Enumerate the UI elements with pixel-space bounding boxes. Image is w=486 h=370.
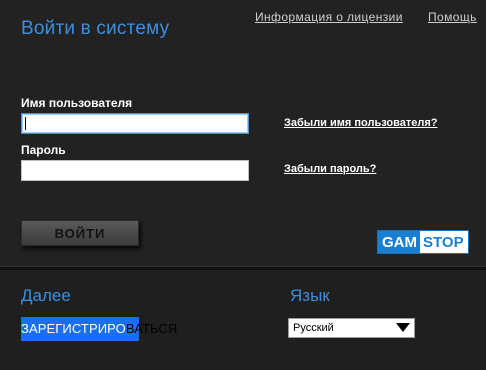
register-button-label[interactable]: ЗАРЕГИСТРИРОВАТЬСЯ <box>21 321 177 336</box>
language-select[interactable]: Русский <box>288 318 415 338</box>
help-link[interactable]: Помощь <box>428 10 477 24</box>
license-info-link[interactable]: Информация о лицензии <box>255 10 403 24</box>
password-label: Пароль <box>21 143 66 157</box>
username-label: Имя пользователя <box>21 96 133 110</box>
register-label-rest: ВАТЬСЯ <box>125 321 178 336</box>
language-section-title: Язык <box>290 286 330 305</box>
register-label-highlighted: ЗАРЕГИСТРИРО <box>21 321 126 336</box>
page-title: Войти в систему <box>21 18 170 39</box>
gamstop-gam-text: GAM <box>378 231 420 253</box>
language-selected-value: Русский <box>293 322 334 334</box>
gamstop-stop-label: STOP <box>423 234 464 251</box>
dropdown-arrow-icon <box>396 323 410 332</box>
text-caret <box>25 117 26 130</box>
gamstop-stop-text: STOP <box>420 231 468 253</box>
password-field[interactable] <box>21 160 249 181</box>
username-field[interactable] <box>21 113 249 134</box>
forgot-username-link[interactable]: Забыли имя пользователя? <box>284 117 438 129</box>
next-section-title: Далее <box>21 286 71 305</box>
forgot-password-link[interactable]: Забыли пароль? <box>284 163 376 175</box>
gamstop-logo[interactable]: GAM STOP <box>377 230 469 254</box>
login-button[interactable]: ВОЙТИ <box>21 220 139 246</box>
